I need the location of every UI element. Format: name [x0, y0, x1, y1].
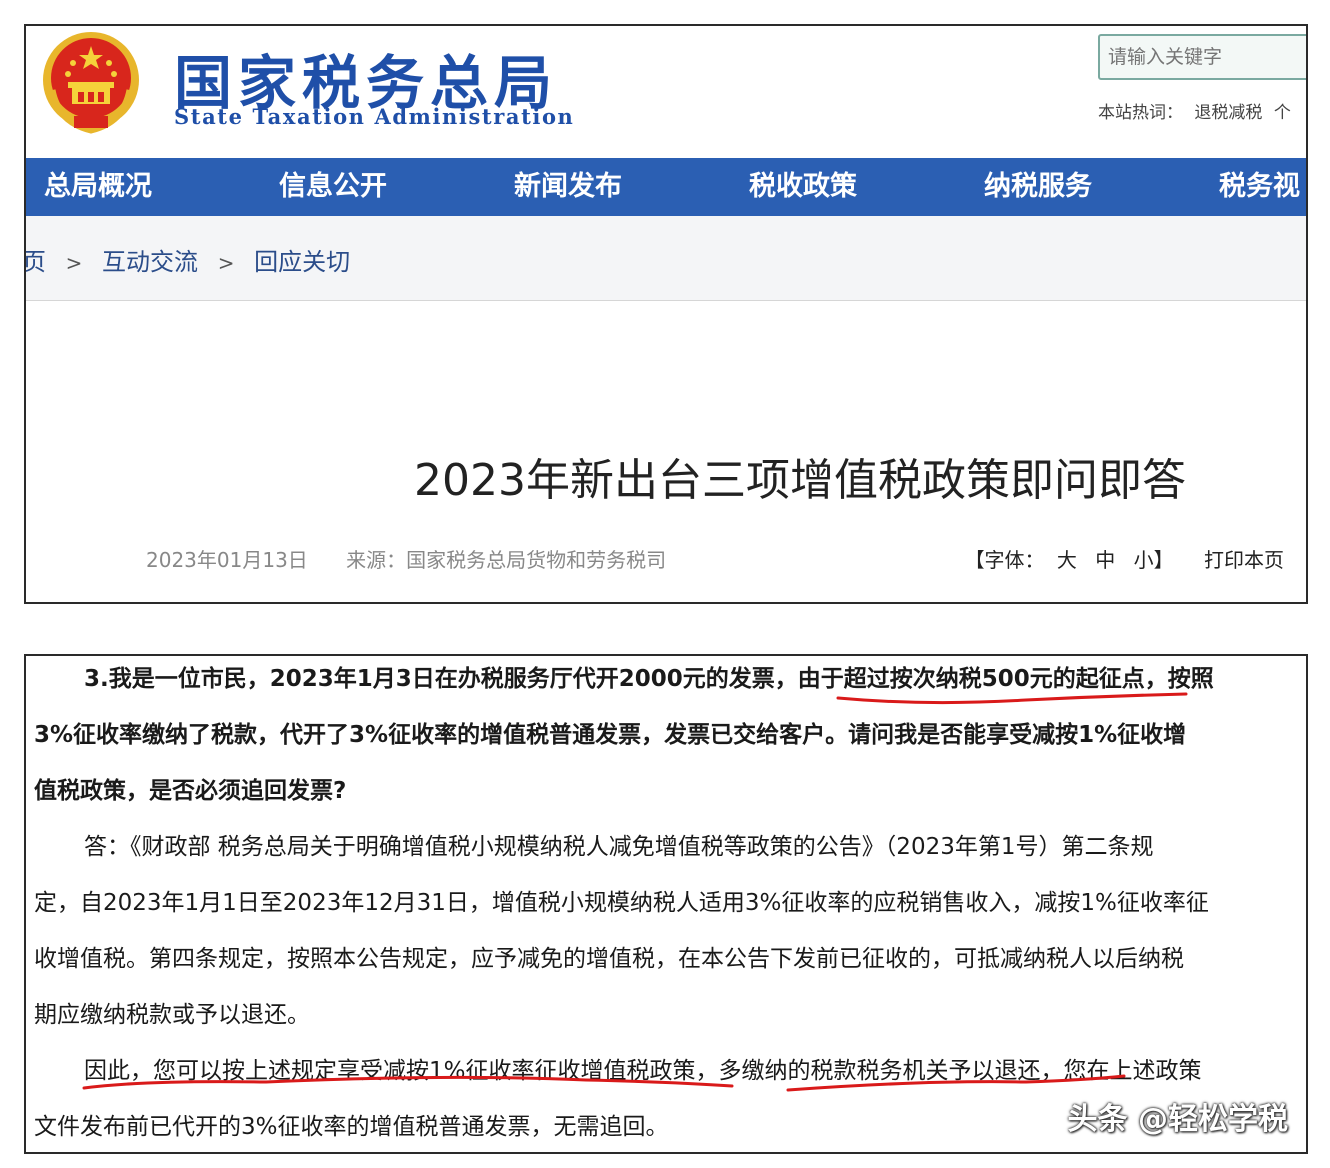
- website-screenshot-panel: 国家税务总局 State Taxation Administration 本站热…: [24, 24, 1308, 604]
- site-subtitle: State Taxation Administration: [174, 104, 575, 129]
- font-size-label: 【字体：: [964, 548, 1045, 572]
- site-header: 国家税务总局 State Taxation Administration 本站热…: [26, 26, 1306, 158]
- article-title: 2023年新出台三项增值税政策即问即答: [414, 455, 1186, 506]
- national-emblem-icon: [43, 32, 139, 134]
- main-nav: 总局概况 信息公开 新闻发布 税收政策 纳税服务 税务视: [26, 158, 1306, 216]
- breadcrumb-home[interactable]: 页: [26, 248, 46, 276]
- qa-question-line: 值税政策，是否必须追回发票?: [34, 778, 347, 804]
- nav-item-news[interactable]: 新闻发布: [514, 158, 622, 216]
- qa-answer-line: 因此，您可以按上述规定享受减按1%征收率征收增值税政策，多缴纳的税款税务机关予以…: [84, 1058, 1202, 1084]
- qa-answer-line: 定，自2023年1月1日至2023年12月31日，增值税小规模纳税人适用3%征收…: [34, 890, 1209, 916]
- nav-item-overview[interactable]: 总局概况: [44, 158, 152, 216]
- search-input[interactable]: [1098, 34, 1306, 80]
- font-size-controls: 【字体： 大 中 小】 打印本页: [965, 544, 1284, 573]
- nav-item-service[interactable]: 纳税服务: [984, 158, 1092, 216]
- breadcrumb: 页 > 互动交流 > 回应关切: [26, 242, 350, 277]
- nav-item-policy[interactable]: 税收政策: [749, 158, 857, 216]
- font-size-large-button[interactable]: 大: [1057, 548, 1077, 572]
- breadcrumb-separator: >: [217, 251, 235, 275]
- qa-answer-line: 文件发布前已代开的3%征收率的增值税普通发票，无需追回。: [34, 1114, 669, 1140]
- breadcrumb-response[interactable]: 回应关切: [254, 248, 350, 276]
- qa-question-line: 3%征收率缴纳了税款，代开了3%征收率的增值税普通发票，发票已交给客户。请问我是…: [34, 722, 1187, 748]
- qa-answer-line: 期应缴纳税款或予以退还。: [34, 1002, 310, 1028]
- hot-word-link[interactable]: 个: [1274, 103, 1291, 123]
- article-meta: 2023年01月13日 来源：国家税务总局货物和劳务税司: [146, 544, 666, 573]
- hot-word-link[interactable]: 退税减税: [1194, 103, 1262, 123]
- qa-answer-line: 收增值税。第四条规定，按照本公告规定，应予减免的增值税，在本公告下发前已征收的，…: [34, 946, 1184, 972]
- article-source: 来源：国家税务总局货物和劳务税司: [346, 548, 667, 572]
- breadcrumb-interaction[interactable]: 互动交流: [102, 248, 198, 276]
- print-page-button[interactable]: 打印本页: [1204, 548, 1284, 572]
- qa-answer-line: 答：《财政部 税务总局关于明确增值税小规模纳税人减免增值税等政策的公告》（202…: [84, 834, 1154, 860]
- qa-question-line: 3.我是一位市民，2023年1月3日在办税服务厅代开2000元的发票，由于超过按…: [84, 666, 1214, 692]
- article-date: 2023年01月13日: [146, 548, 308, 572]
- font-size-medium-button[interactable]: 中: [1095, 548, 1115, 572]
- hot-words-label: 本站热词：: [1098, 103, 1183, 123]
- breadcrumb-bar: 页 > 互动交流 > 回应关切: [26, 216, 1306, 301]
- font-size-small-button[interactable]: 小】: [1134, 548, 1174, 572]
- hot-words: 本站热词： 退税减税 个: [1098, 98, 1297, 123]
- nav-item-info[interactable]: 信息公开: [279, 158, 387, 216]
- breadcrumb-separator: >: [65, 251, 83, 275]
- nav-item-video[interactable]: 税务视: [1219, 158, 1300, 216]
- watermark: 头条 @轻松学税: [1067, 1102, 1288, 1137]
- qa-text-panel: 3.我是一位市民，2023年1月3日在办税服务厅代开2000元的发票，由于超过按…: [24, 654, 1308, 1154]
